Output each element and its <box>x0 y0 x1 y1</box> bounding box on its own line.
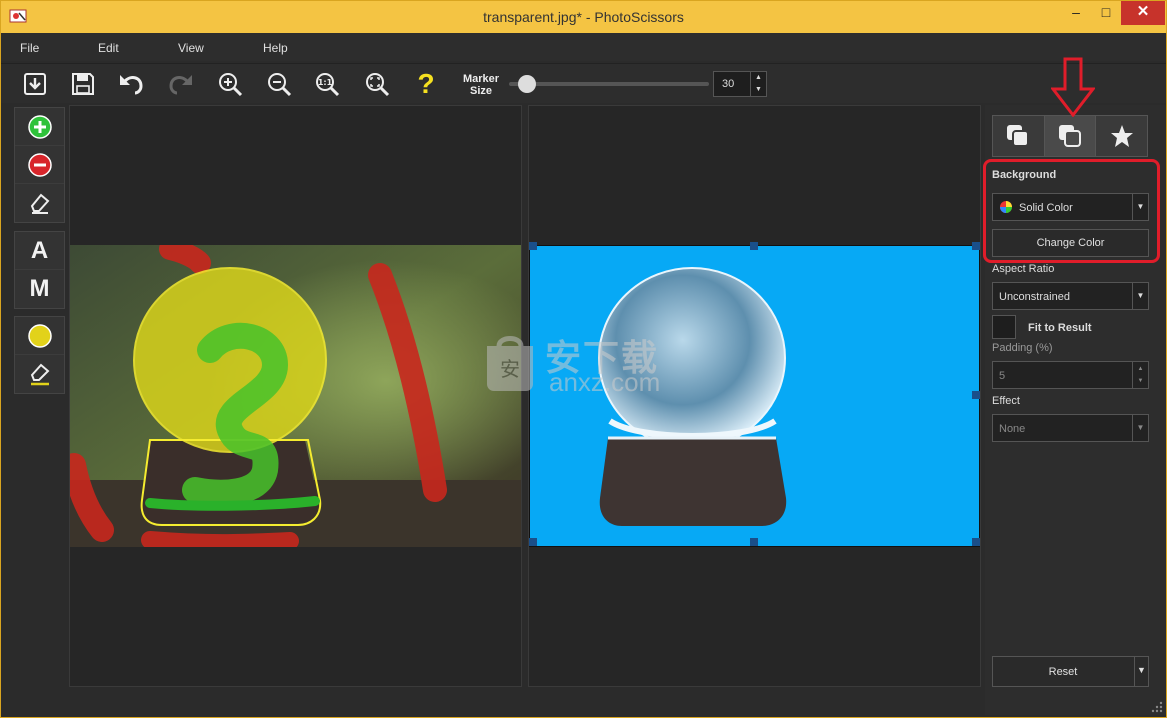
marker-size-spinbox[interactable]: 30 ▲ ▼ <box>713 71 767 97</box>
mark-foreground-tool[interactable] <box>15 108 64 146</box>
resize-handle[interactable] <box>529 242 537 250</box>
save-icon <box>72 73 94 95</box>
menu-help[interactable]: Help <box>263 41 288 55</box>
marker-label-line2: Size <box>469 85 492 97</box>
svg-text:安: 安 <box>500 357 520 381</box>
open-button[interactable] <box>19 68 51 100</box>
help-button[interactable]: ? <box>410 68 442 100</box>
aspect-ratio-value: Unconstrained <box>999 291 1070 303</box>
star-icon <box>1110 125 1133 147</box>
tab-background[interactable] <box>1044 116 1097 156</box>
panel-tabs <box>992 115 1148 157</box>
undo-icon <box>120 75 143 95</box>
manual-mode-button[interactable]: M <box>15 270 64 308</box>
aspect-ratio-dropdown[interactable]: Unconstrained ▼ <box>992 282 1149 310</box>
down-arrow-annotation-icon <box>1051 57 1095 117</box>
zoom-out-icon <box>268 73 292 97</box>
yellow-circle-icon <box>27 323 52 348</box>
layers-icon <box>1007 125 1030 147</box>
eraser-icon <box>30 363 49 386</box>
chevron-down-icon[interactable]: ▼ <box>1134 657 1148 686</box>
zoom-in-icon <box>219 73 243 97</box>
fit-to-result-checkbox[interactable] <box>992 315 1016 339</box>
hair-eraser-tool[interactable] <box>15 355 64 393</box>
redo-button[interactable] <box>165 68 197 100</box>
layers-outline-icon <box>1059 125 1081 147</box>
resize-handle[interactable] <box>529 538 537 546</box>
svg-text:1:1: 1:1 <box>318 78 333 87</box>
source-photo[interactable] <box>70 245 521 547</box>
maximize-button[interactable]: □ <box>1091 1 1121 25</box>
mark-tools-group <box>14 107 65 223</box>
actual-size-button[interactable]: 1:1 <box>311 68 343 100</box>
hair-tools-group <box>14 316 65 394</box>
minimize-button[interactable]: – <box>1061 1 1091 25</box>
menu-bar: File Edit View Help <box>1 33 1166 61</box>
spin-arrows[interactable]: ▲ ▼ <box>1132 362 1148 388</box>
mark-background-tool[interactable] <box>15 146 64 184</box>
menu-view[interactable]: View <box>178 41 204 55</box>
fit-button[interactable] <box>361 68 393 100</box>
tab-foreground[interactable] <box>993 116 1045 156</box>
aspect-ratio-label: Aspect Ratio <box>992 263 1055 275</box>
marker-label-line1: Marker <box>462 73 500 85</box>
title-bar: transparent.jpg* - PhotoScissors – □ ✕ <box>1 1 1166 33</box>
open-icon <box>24 73 46 95</box>
zoom-in-button[interactable] <box>214 68 246 100</box>
auto-mode-button[interactable]: A <box>15 232 64 270</box>
tab-effects[interactable] <box>1096 116 1147 156</box>
padding-value: 5 <box>999 370 1006 382</box>
effect-dropdown[interactable]: None ▼ <box>992 414 1149 442</box>
redo-icon <box>169 75 192 95</box>
save-button[interactable] <box>67 68 99 100</box>
plus-circle-icon <box>27 114 52 139</box>
eraser-tool[interactable] <box>15 184 64 222</box>
marker-size-label: Marker Size <box>457 73 505 97</box>
actual-size-icon: 1:1 <box>316 73 340 97</box>
hair-marker-tool[interactable] <box>15 317 64 355</box>
padding-spinbox[interactable]: 5 ▲ ▼ <box>992 361 1149 389</box>
chevron-down-icon: ▼ <box>1132 415 1148 441</box>
app-window: transparent.jpg* - PhotoScissors – □ ✕ F… <box>0 0 1167 718</box>
source-image-pane[interactable] <box>69 105 522 687</box>
effect-label: Effect <box>992 395 1020 407</box>
resize-handle[interactable] <box>750 538 758 546</box>
watermark: 安 安下载 anxz.com <box>475 321 695 401</box>
chevron-down-icon: ▼ <box>1132 283 1148 309</box>
resize-handle[interactable] <box>750 242 758 250</box>
resize-handle[interactable] <box>972 242 980 250</box>
marker-size-slider-thumb[interactable] <box>518 75 537 93</box>
zoom-out-button[interactable] <box>263 68 295 100</box>
watermark-en: anxz.com <box>549 367 661 397</box>
effect-value: None <box>999 423 1026 435</box>
close-button[interactable]: ✕ <box>1121 1 1165 25</box>
resize-handle[interactable] <box>972 538 980 546</box>
resize-handle[interactable] <box>972 391 980 399</box>
help-icon: ? <box>417 68 435 99</box>
padding-label: Padding (%) <box>992 342 1053 354</box>
marker-size-slider[interactable] <box>509 82 709 86</box>
menu-file[interactable]: File <box>20 41 39 55</box>
eraser-icon <box>30 193 49 214</box>
marker-size-value: 30 <box>722 78 735 90</box>
fit-icon <box>366 73 390 97</box>
undo-button[interactable] <box>115 68 147 100</box>
shield-bag-icon: 安 <box>487 336 533 391</box>
resize-grip-icon[interactable] <box>1151 701 1163 713</box>
mode-tools-group: A M <box>14 231 65 309</box>
fit-to-result-label: Fit to Result <box>1028 322 1092 334</box>
spin-arrows[interactable]: ▲ ▼ <box>750 72 766 96</box>
reset-label: Reset <box>1048 666 1078 678</box>
highlight-annotation <box>983 159 1160 263</box>
menu-edit[interactable]: Edit <box>98 41 119 55</box>
window-title: transparent.jpg* - PhotoScissors <box>483 9 684 25</box>
reset-button[interactable]: Reset ▼ <box>992 656 1149 687</box>
minus-circle-icon <box>27 152 52 177</box>
